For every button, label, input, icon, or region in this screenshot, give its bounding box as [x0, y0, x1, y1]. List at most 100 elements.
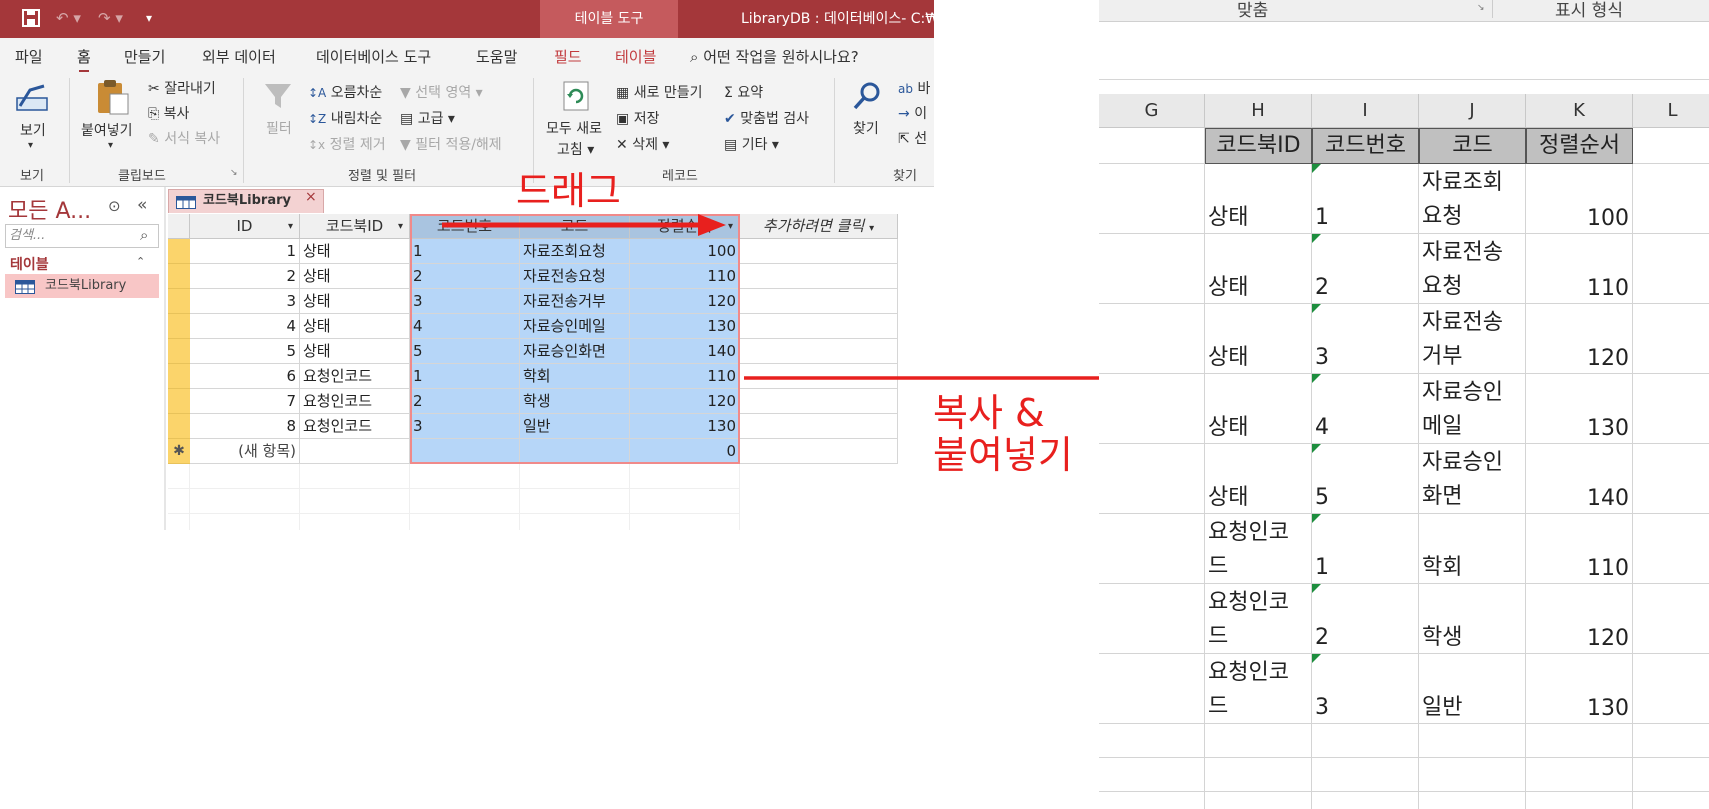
cut-button[interactable]: ✂ 잘라내기	[148, 78, 216, 98]
cell-code[interactable]: 자료전송요청	[520, 264, 630, 289]
nav-search-input[interactable]: 검색...	[5, 224, 159, 248]
excel-cell[interactable]	[1099, 128, 1205, 164]
cell-new-sort-order[interactable]: 0	[630, 439, 740, 464]
cell-id[interactable]: 2	[190, 264, 300, 289]
tab-table[interactable]: 테이블	[615, 46, 656, 67]
cell-codebook-id[interactable]: 상태	[300, 239, 410, 264]
delete-button[interactable]: ✕ 삭제 ▾	[616, 134, 669, 154]
cell-codebook-id[interactable]: 상태	[300, 289, 410, 314]
tab-help[interactable]: 도움말	[476, 46, 517, 67]
select-all-corner[interactable]	[168, 214, 190, 239]
search-icon[interactable]: ⌕	[140, 226, 148, 244]
cell-new-record[interactable]: (새 항목)	[190, 439, 300, 464]
excel-cell[interactable]	[1526, 758, 1633, 792]
cell-sort-order[interactable]: 120	[630, 389, 740, 414]
column-header-codebook-id[interactable]: 코드북ID ▾	[300, 214, 410, 239]
excel-cell[interactable]	[1633, 374, 1709, 444]
excel-cell-code[interactable]: 자료조회요청	[1419, 164, 1526, 234]
excel-cell-codebook-id[interactable]: 상태	[1205, 304, 1312, 374]
excel-cell[interactable]	[1419, 758, 1526, 792]
cell-sort-order[interactable]: 110	[630, 264, 740, 289]
refresh-icon[interactable]	[561, 80, 591, 116]
cell-id[interactable]: 1	[190, 239, 300, 264]
column-header-G[interactable]: G	[1099, 94, 1205, 128]
excel-cell-codebook-id[interactable]: 상태	[1205, 374, 1312, 444]
excel-cell[interactable]	[1526, 724, 1633, 758]
redo-icon[interactable]: ↷ ▾	[98, 9, 123, 27]
spelling-button[interactable]: ✔ 맞춤법 검사	[724, 108, 809, 128]
cell-sort-order[interactable]: 120	[630, 289, 740, 314]
excel-cell[interactable]	[1633, 584, 1709, 654]
excel-cell-code-number[interactable]: 3	[1312, 654, 1419, 724]
excel-cell-code[interactable]: 자료승인화면	[1419, 444, 1526, 514]
record-selector[interactable]	[168, 264, 190, 289]
cell-codebook-id[interactable]: 상태	[300, 314, 410, 339]
record-selector[interactable]	[168, 414, 190, 439]
cell-id[interactable]: 5	[190, 339, 300, 364]
nav-item-codebook-library[interactable]: 코드북Library	[5, 274, 159, 298]
cell-codebook-id[interactable]: 요청인코드	[300, 414, 410, 439]
cell-code-number[interactable]: 3	[410, 289, 520, 314]
cell-click-to-add[interactable]	[740, 264, 898, 289]
cell-click-to-add[interactable]	[740, 414, 898, 439]
excel-cell[interactable]	[1312, 724, 1419, 758]
excel-cell-code-number[interactable]: 3	[1312, 304, 1419, 374]
excel-cell-sort-order[interactable]: 130	[1526, 374, 1633, 444]
paste-button[interactable]: 붙여넣기	[81, 120, 133, 140]
record-selector[interactable]	[168, 364, 190, 389]
excel-cell-code[interactable]: 자료승인메일	[1419, 374, 1526, 444]
excel-cell-code[interactable]: 일반	[1419, 654, 1526, 724]
nav-section-tables[interactable]: 테이블	[10, 254, 49, 274]
excel-cell[interactable]	[1099, 654, 1205, 724]
tab-create[interactable]: 만들기	[124, 46, 165, 67]
selection-button[interactable]: ▼ 선택 영역 ▾	[400, 82, 483, 102]
cell-empty[interactable]	[410, 439, 520, 464]
excel-cell[interactable]	[1633, 514, 1709, 584]
column-header-I[interactable]: I	[1312, 94, 1419, 128]
cell-code-number[interactable]: 2	[410, 389, 520, 414]
cell-sort-order[interactable]: 130	[630, 314, 740, 339]
excel-cell-code-number[interactable]: 1	[1312, 164, 1419, 234]
collapse-nav-icon[interactable]: «	[137, 195, 147, 215]
excel-cell-code[interactable]: 학회	[1419, 514, 1526, 584]
excel-cell[interactable]	[1526, 792, 1633, 809]
paste-icon[interactable]	[94, 78, 130, 120]
column-header-id[interactable]: ID ▾	[190, 214, 300, 239]
sort-descending-button[interactable]: ↕Z 내림차순	[308, 108, 382, 128]
customize-qat-icon[interactable]: ▾	[146, 11, 152, 25]
cell-code-number[interactable]: 3	[410, 414, 520, 439]
excel-header-cell[interactable]: 정렬순서	[1526, 128, 1633, 164]
excel-cell[interactable]	[1205, 792, 1312, 809]
excel-cell-code-number[interactable]: 5	[1312, 444, 1419, 514]
doc-tab-codebook-library[interactable]: 코드북Library	[168, 189, 324, 213]
excel-cell[interactable]	[1099, 724, 1205, 758]
cell-empty[interactable]	[520, 439, 630, 464]
excel-cell[interactable]	[1099, 374, 1205, 444]
cell-codebook-id[interactable]: 요청인코드	[300, 389, 410, 414]
cell-sort-order[interactable]: 110	[630, 364, 740, 389]
cell-sort-order[interactable]: 130	[630, 414, 740, 439]
cell-codebook-id[interactable]: 상태	[300, 339, 410, 364]
excel-cell-code[interactable]: 자료전송요청	[1419, 234, 1526, 304]
excel-cell[interactable]	[1633, 234, 1709, 304]
dialog-launcher-icon[interactable]: ↘	[230, 168, 238, 178]
cell-click-to-add[interactable]	[740, 339, 898, 364]
excel-cell[interactable]	[1099, 584, 1205, 654]
totals-button[interactable]: Σ 요약	[724, 82, 763, 102]
cell-code-number[interactable]: 4	[410, 314, 520, 339]
excel-cell-codebook-id[interactable]: 요청인코드	[1205, 514, 1312, 584]
cell-code[interactable]: 자료전송거부	[520, 289, 630, 314]
tab-external-data[interactable]: 외부 데이터	[202, 46, 276, 67]
excel-header-cell[interactable]: 코드	[1419, 128, 1526, 164]
chevron-down-icon[interactable]: ▾	[28, 140, 33, 151]
excel-cell-sort-order[interactable]: 110	[1526, 514, 1633, 584]
excel-cell[interactable]	[1633, 654, 1709, 724]
goto-button[interactable]: → 이	[898, 103, 927, 123]
toggle-filter-button[interactable]: ▼ 필터 적용/해제	[400, 134, 502, 154]
excel-cell-codebook-id[interactable]: 상태	[1205, 164, 1312, 234]
format-painter-button[interactable]: ✎ 서식 복사	[148, 128, 220, 148]
cell-code-number[interactable]: 1	[410, 364, 520, 389]
nav-pane-title[interactable]: 모든 A...	[8, 193, 91, 225]
cell-sort-order[interactable]: 100	[630, 239, 740, 264]
excel-cell-code-number[interactable]: 1	[1312, 514, 1419, 584]
